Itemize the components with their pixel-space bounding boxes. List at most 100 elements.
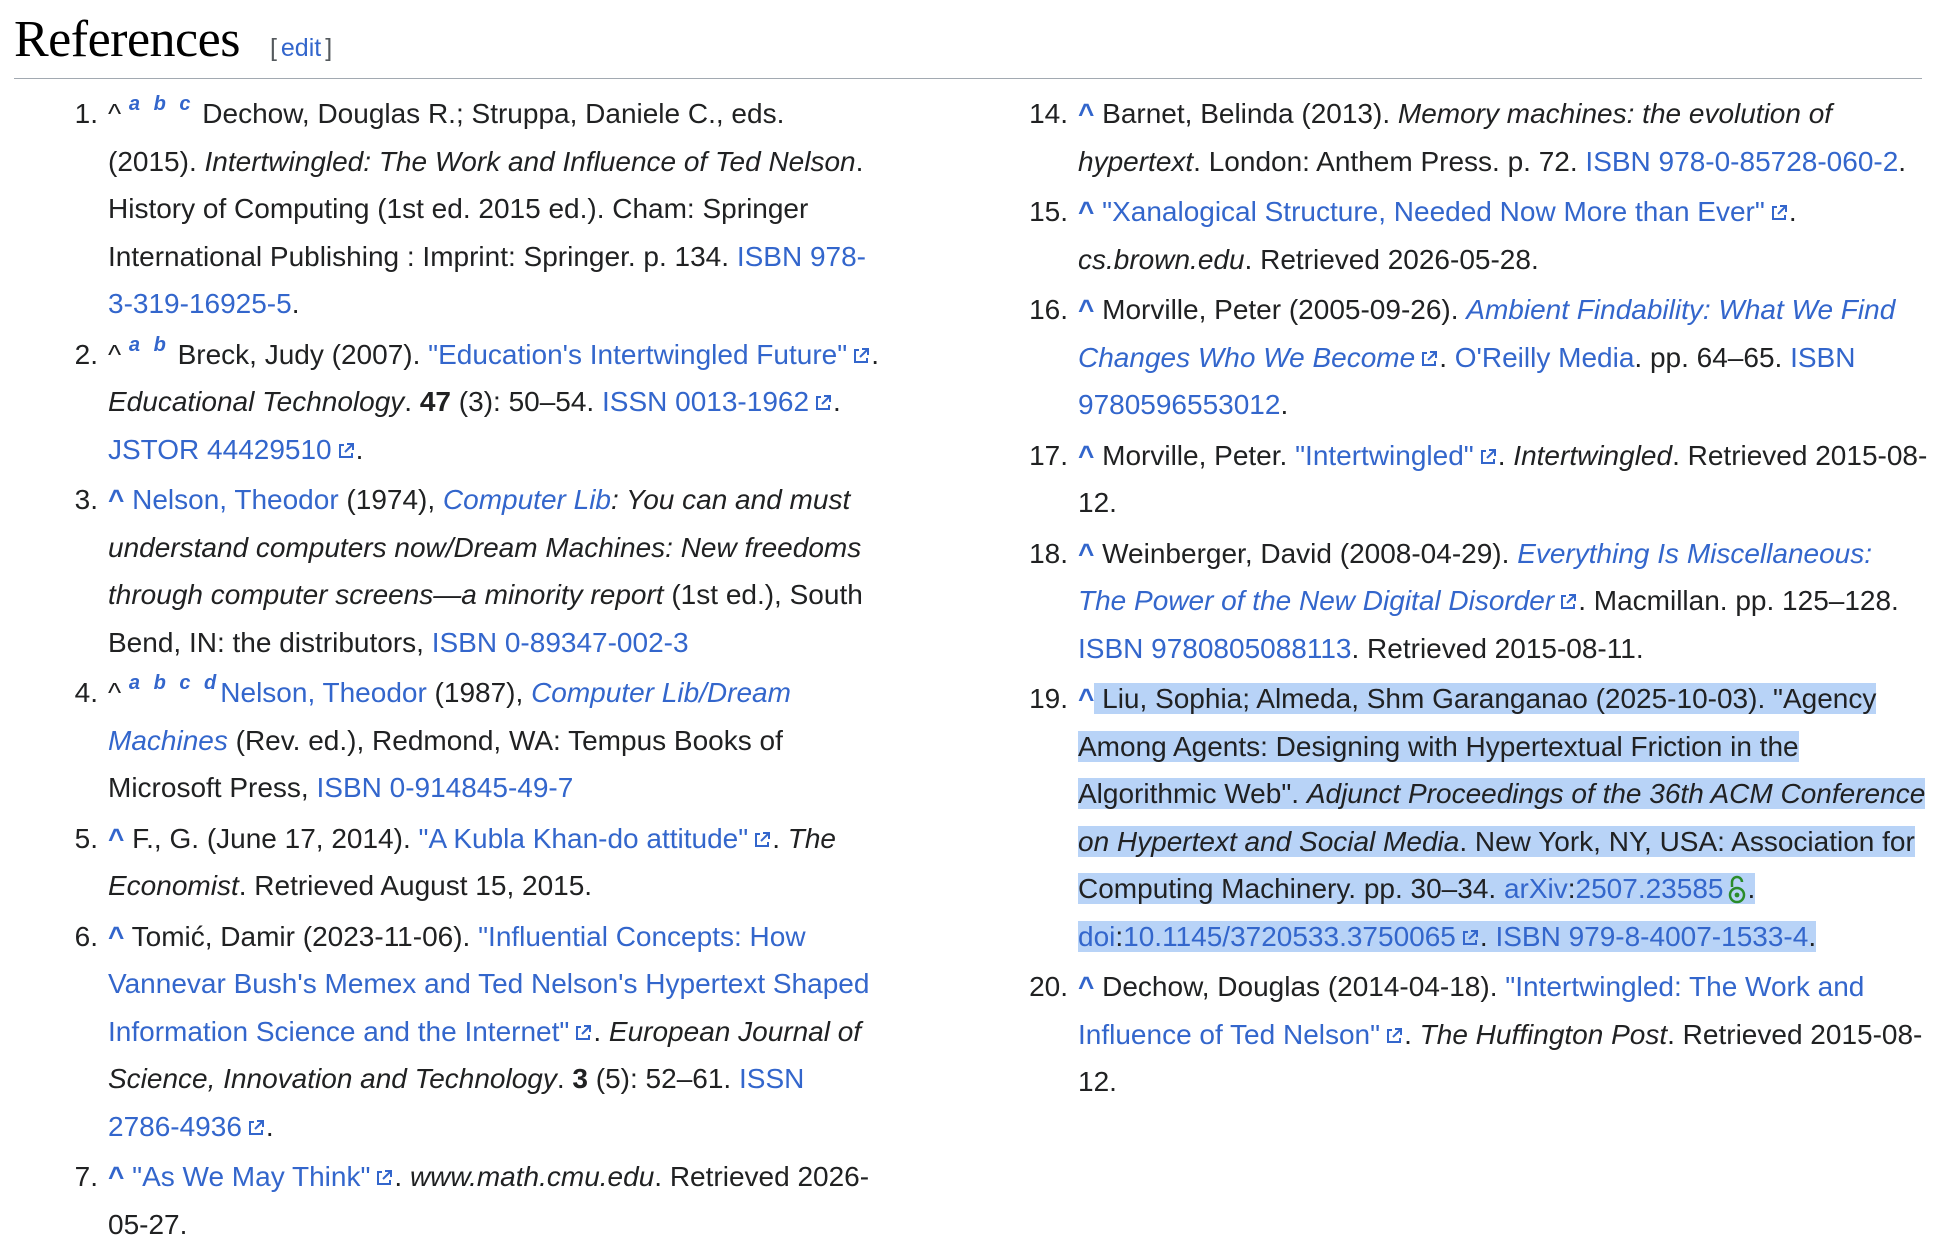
reference-details: . London: Anthem Press. p. 72. <box>1193 145 1586 177</box>
edit-link[interactable]: edit <box>281 34 321 62</box>
reference-title: Intertwingled: The Work and Influence of… <box>204 145 856 177</box>
external-link-icon <box>1769 203 1789 223</box>
edit-bracket-close: ] <box>325 34 333 62</box>
reference-details: . Macmillan. pp. 125–128. <box>1578 585 1899 616</box>
reference-number: 3. <box>74 484 98 515</box>
isbn-link[interactable]: ISBN 978-0-85728-060-2 <box>1585 146 1898 177</box>
external-link-icon <box>851 346 871 366</box>
reference-number: 4. <box>74 677 98 708</box>
external-link-icon <box>1478 447 1498 467</box>
reference-authors: Dechow, Douglas (2014-04-18). <box>1094 971 1506 1002</box>
arxiv-id-link[interactable]: 2507.23585 <box>1576 873 1724 904</box>
backlink-caret: ^ <box>108 338 122 370</box>
volume: 3 <box>572 1063 588 1094</box>
section-title: References <box>14 11 240 68</box>
reference-number: 18. <box>1029 537 1068 569</box>
reference-authors: Barnet, Belinda (2013). <box>1094 98 1398 129</box>
reference-number: 7. <box>74 1161 98 1192</box>
isbn-link[interactable]: ISBN 0-914845-49-7 <box>316 772 573 803</box>
reference-number: 1. <box>74 98 98 129</box>
backlink-caret[interactable]: ^ <box>1078 440 1094 471</box>
separator: . <box>593 1015 609 1047</box>
backlink-letters[interactable]: a b c d <box>129 672 220 694</box>
article-link[interactable]: "Education's Intertwingled Future" <box>428 339 847 370</box>
separator: . <box>772 822 788 854</box>
author-link[interactable]: Nelson, Theodor <box>132 484 339 515</box>
reference-details: . pp. 64–65. <box>1634 341 1791 373</box>
separator: . <box>871 338 879 370</box>
reference-item-6: 6. ^ Tomić, Damir (2023-11-06). "Influen… <box>0 913 880 1151</box>
separator: . <box>556 1063 573 1094</box>
reference-end: . <box>265 1110 274 1142</box>
backlink-letters[interactable]: a b c <box>129 93 195 115</box>
reference-number: 20. <box>1029 971 1068 1002</box>
author-link[interactable]: Nelson, Theodor <box>220 677 427 708</box>
separator: . <box>1439 341 1455 373</box>
external-link-icon <box>1419 349 1439 369</box>
volume: 47 <box>419 386 452 417</box>
backlink-caret[interactable]: ^ <box>1078 294 1094 325</box>
backlink-caret[interactable]: ^ <box>1078 98 1094 129</box>
journal-name: The Huffington Post <box>1419 1018 1668 1050</box>
pages: (3): 50–54. <box>451 386 602 417</box>
article-link[interactable]: "Xanalogical Structure, Needed Now More … <box>1102 196 1765 227</box>
separator: . <box>1479 920 1496 952</box>
separator: . <box>404 386 420 417</box>
reference-item-19: 19. ^ Liu, Sophia; Almeda, Shm Garangana… <box>968 675 1928 960</box>
doi-id-link[interactable]: 10.1145/3720533.3750065 <box>1123 921 1456 952</box>
isbn-link[interactable]: ISBN 979-8-4007-1533-4 <box>1495 921 1808 952</box>
external-link-icon <box>374 1168 394 1188</box>
backlink-caret[interactable]: ^ <box>1078 196 1094 227</box>
reference-item-14: 14. ^ Barnet, Belinda (2013). Memory mac… <box>968 90 1928 185</box>
reference-year: (1987), <box>426 677 532 708</box>
external-link-icon <box>573 1023 593 1043</box>
article-link[interactable]: "As We May Think" <box>132 1161 370 1192</box>
reference-number: 17. <box>1029 439 1068 471</box>
external-link-icon <box>752 830 772 850</box>
backlink-letters[interactable]: a b <box>129 334 170 356</box>
issn-link[interactable]: ISSN 0013-1962 <box>602 386 809 417</box>
reference-end: . <box>291 288 300 319</box>
reference-authors: Tomić, Damir (2023-11-06). <box>124 920 479 952</box>
isbn-link[interactable]: ISBN 0-89347-002-3 <box>432 627 689 658</box>
reference-number: 2. <box>74 338 98 370</box>
reference-item-5: 5. ^ F., G. (June 17, 2014). "A Kubla Kh… <box>0 815 880 910</box>
backlink-caret[interactable]: ^ <box>1078 971 1094 1002</box>
external-link-icon <box>813 393 833 413</box>
reference-authors: Morville, Peter (2005-09-26). <box>1094 294 1467 325</box>
reference-item-2: 2. ^ a b Breck, Judy (2007). "Education'… <box>0 331 880 474</box>
references-page: References [edit] 1. ^ a b c Dechow, Dou… <box>0 0 1936 1240</box>
reference-item-17: 17. ^ Morville, Peter. "Intertwingled". … <box>968 432 1928 527</box>
reference-authors: F., G. (June 17, 2014). <box>124 822 419 854</box>
separator: . <box>394 1161 410 1192</box>
reference-item-18: 18. ^ Weinberger, David (2008-04-29). Ev… <box>968 530 1928 673</box>
jstor-link[interactable]: JSTOR 44429510 <box>108 434 332 465</box>
separator: . <box>833 386 841 417</box>
backlink-caret[interactable]: ^ <box>108 484 124 515</box>
isbn-link[interactable]: ISBN 9780805088113 <box>1078 633 1352 664</box>
article-link[interactable]: "Intertwingled" <box>1295 440 1474 471</box>
title-link[interactable]: Computer Lib <box>443 484 611 515</box>
publisher-link[interactable]: O'Reilly Media <box>1455 342 1635 373</box>
external-link-icon <box>1558 592 1578 612</box>
reference-item-7: 7. ^ "As We May Think". www.math.cmu.edu… <box>0 1153 880 1248</box>
pages: (5): 52–61. <box>588 1063 739 1094</box>
separator: . <box>1497 439 1514 471</box>
backlink-caret[interactable]: ^ <box>1078 683 1094 714</box>
edit-section: [edit] <box>266 34 336 63</box>
article-link[interactable]: "A Kubla Khan-do attitude" <box>419 823 749 854</box>
reference-number: 16. <box>1029 294 1068 325</box>
reference-authors: Morville, Peter. <box>1094 439 1296 471</box>
backlink-caret: ^ <box>108 98 122 129</box>
arxiv-label-link[interactable]: arXiv <box>1504 873 1568 904</box>
reference-authors: Breck, Judy (2007). <box>169 338 429 370</box>
backlink-caret[interactable]: ^ <box>108 921 124 952</box>
reference-number: 15. <box>1029 196 1068 227</box>
backlink-caret[interactable]: ^ <box>1078 538 1094 569</box>
journal-name: Educational Technology <box>108 386 405 417</box>
reference-item-16: 16. ^ Morville, Peter (2005-09-26). Ambi… <box>968 286 1928 429</box>
reference-number: 6. <box>74 920 98 952</box>
doi-label-link[interactable]: doi <box>1078 921 1115 952</box>
backlink-caret[interactable]: ^ <box>108 823 124 854</box>
backlink-caret[interactable]: ^ <box>108 1161 124 1192</box>
